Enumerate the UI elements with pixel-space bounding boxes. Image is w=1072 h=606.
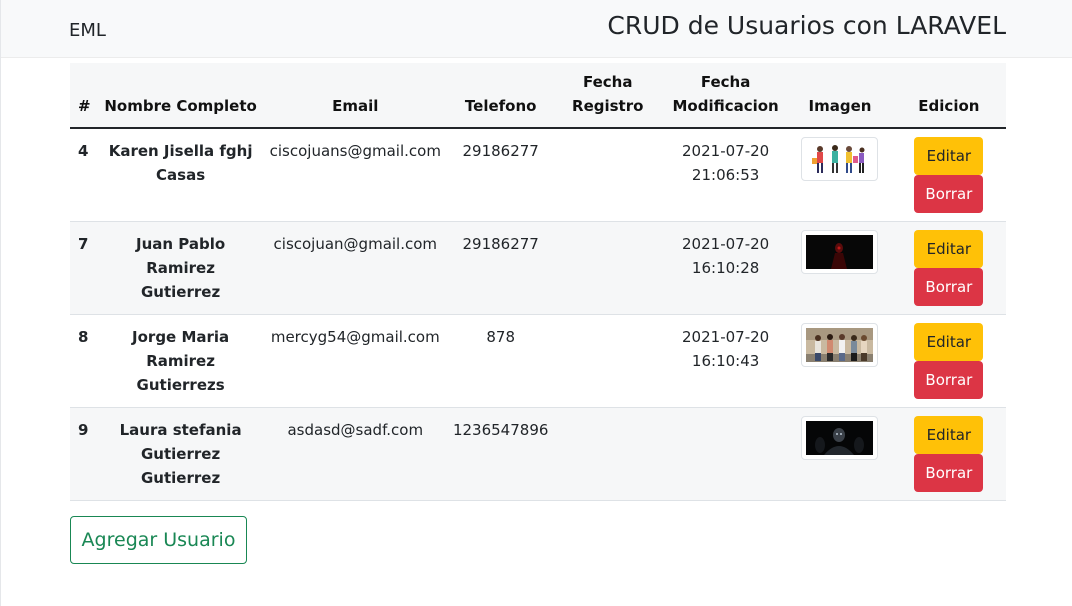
header-modified: Fecha Modificacion — [663, 63, 789, 129]
modified-time: 21:06:53 — [691, 166, 760, 184]
cell-email: mercyg54@gmail.com — [270, 327, 440, 346]
cell-name: Juan Pablo Ramirez Gutierrez — [100, 221, 262, 314]
brand-link[interactable]: EML — [69, 20, 106, 41]
edit-button[interactable]: Editar — [914, 415, 984, 454]
edit-button[interactable]: Editar — [914, 137, 984, 175]
cell-phone: 878 — [486, 327, 515, 346]
cell-name: Jorge Maria Ramirez Gutierrezs — [100, 314, 262, 407]
delete-button[interactable]: Borrar — [914, 453, 984, 492]
user-image-thumbnail — [801, 322, 879, 367]
cell-image — [788, 407, 892, 500]
cell-image — [788, 128, 892, 221]
header-modified-line2: Modificacion — [672, 97, 779, 115]
navbar: EML CRUD de Usuarios con LARAVEL — [1, 0, 1072, 58]
modified-time: 16:10:28 — [691, 258, 760, 277]
user-image-thumbnail — [801, 137, 879, 181]
name-line2: Gutierrez Gutierrez — [141, 444, 221, 487]
cell-created — [552, 314, 663, 407]
delete-button[interactable]: Borrar — [914, 360, 984, 399]
users-table: # Nombre Completo Email Telefono Fecha Re… — [70, 63, 1006, 501]
header-created-line2: Registro — [572, 97, 644, 115]
cell-modified: 2021-07-20 16:10:28 — [663, 221, 788, 314]
page-title: CRUD de Usuarios con LARAVEL — [607, 11, 1006, 40]
name-line1: Karen Jisella fghj — [108, 142, 253, 160]
modified-date: 2021-07-20 — [682, 327, 770, 346]
cell-id: 7 — [78, 234, 89, 253]
name-line2: Gutierrezs — [136, 375, 225, 394]
people-shopping-illustration — [806, 142, 874, 176]
cell-id: 9 — [78, 420, 89, 439]
cell-modified — [663, 407, 788, 500]
cell-phone: 29186277 — [462, 142, 539, 160]
cell-actions: Editar Borrar — [892, 128, 1006, 221]
table-row: 9 Laura stefania Gutierrez Gutierrez asda… — [70, 407, 1006, 500]
header-phone: Telefono — [448, 63, 553, 129]
cell-id: 4 — [78, 142, 89, 160]
delete-button[interactable]: Borrar — [914, 267, 984, 306]
dark-red-figure-photo — [806, 234, 874, 269]
cell-name: Karen Jisella fghj Casas — [100, 128, 262, 221]
cell-email: ciscojuans@gmail.com — [269, 142, 441, 160]
cell-phone: 29186277 — [462, 234, 539, 253]
header-created-line1: Fecha — [582, 73, 633, 91]
name-line1: Jorge Maria Ramirez — [132, 327, 230, 370]
cell-id: 8 — [78, 327, 89, 346]
cell-created — [552, 128, 663, 221]
header-created: Fecha Registro — [552, 63, 664, 129]
cell-actions: Editar Borrar — [892, 221, 1006, 314]
cell-name: Laura stefania Gutierrez Gutierrez — [100, 407, 262, 500]
cell-image — [788, 221, 892, 314]
modified-time: 16:10:43 — [691, 351, 760, 370]
user-image-thumbnail — [801, 229, 879, 274]
add-user-button[interactable]: Agregar Usuario — [70, 516, 247, 564]
header-email: Email — [261, 63, 449, 129]
cell-image — [788, 314, 892, 407]
dark-figures-photo — [806, 420, 874, 455]
cell-phone: 1236547896 — [452, 420, 549, 439]
cell-created — [552, 221, 663, 314]
cell-modified: 2021-07-20 16:10:43 — [663, 314, 788, 407]
modified-date: 2021-07-20 — [682, 234, 770, 253]
name-line1: Juan Pablo Ramirez — [136, 234, 226, 277]
name-line1: Laura stefania — [119, 420, 242, 439]
user-image-thumbnail — [801, 415, 879, 460]
header-modified-line1: Fecha — [700, 73, 751, 91]
header-name: Nombre Completo — [99, 63, 262, 129]
table-row: 7 Juan Pablo Ramirez Gutierrez ciscojuan@… — [70, 221, 1006, 314]
header-actions: Edicion — [891, 63, 1006, 129]
cell-modified: 2021-07-20 21:06:53 — [663, 128, 788, 221]
cell-actions: Editar Borrar — [892, 407, 1006, 500]
edit-button[interactable]: Editar — [914, 229, 984, 268]
cell-created — [552, 407, 663, 500]
group-of-people-street-photo — [806, 327, 874, 362]
cell-email: asdasd@sadf.com — [287, 420, 424, 439]
table-row: 4 Karen Jisella fghj Casas ciscojuans@gma… — [70, 128, 1006, 221]
delete-button[interactable]: Borrar — [914, 175, 984, 213]
name-line2: Gutierrez — [141, 282, 221, 301]
users-table-container: # Nombre Completo Email Telefono Fecha Re… — [70, 63, 1006, 501]
cell-actions: Editar Borrar — [892, 314, 1006, 407]
table-header-row: # Nombre Completo Email Telefono Fecha Re… — [70, 63, 1006, 129]
edit-button[interactable]: Editar — [914, 322, 984, 361]
modified-date: 2021-07-20 — [682, 142, 770, 160]
table-row: 8 Jorge Maria Ramirez Gutierrezs mercyg54… — [70, 314, 1006, 407]
header-id: # — [70, 63, 100, 129]
cell-email: ciscojuan@gmail.com — [273, 234, 438, 253]
header-image: Imagen — [788, 63, 892, 129]
name-line2: Casas — [156, 166, 206, 184]
